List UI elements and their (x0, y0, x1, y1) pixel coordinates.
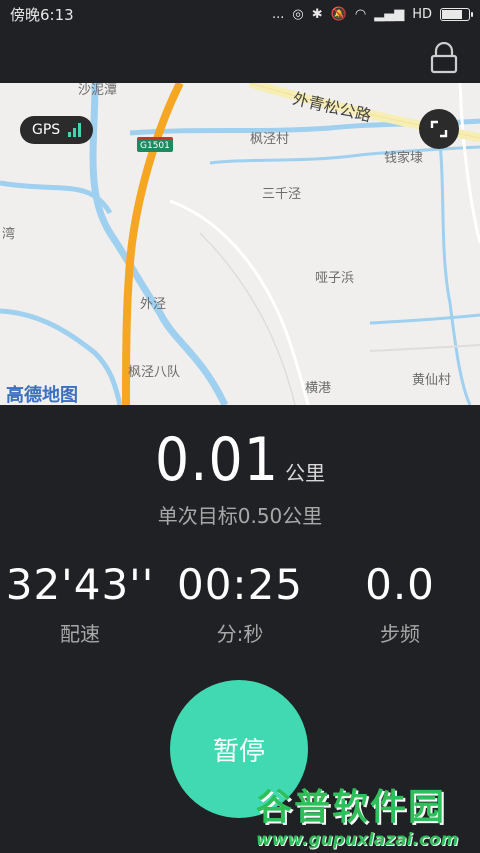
fullscreen-map-button[interactable] (419, 109, 459, 149)
watermark-url: www.gupuxlazai.com (256, 830, 459, 850)
network-type-label: HD (412, 6, 432, 22)
location-icon: ◎ (292, 6, 304, 22)
status-bar: 傍晚6:13 ... ◎ ✱ 🔕 ◠ ▂▄▆ HD (0, 0, 480, 28)
map-place-label: 横港 (305, 381, 332, 396)
stat-duration: 00:25 分:秒 (160, 560, 320, 647)
map-place-label: 枫泾村 (250, 132, 290, 147)
pace-value: 32'43'' (5, 560, 155, 609)
wifi-icon: ◠ (354, 6, 367, 22)
map-place-label: 哑子浜 (315, 271, 355, 286)
map-place-label: 沙泥潭 (78, 83, 118, 98)
gps-label: GPS (32, 122, 61, 138)
map-place-label: 钱家埭 (384, 151, 424, 166)
map-place-label: 黄仙村 (412, 373, 452, 388)
running-screen: 傍晚6:13 ... ◎ ✱ 🔕 ◠ ▂▄▆ HD 沙泥潭 枫泾村 钱家埭 三千… (0, 0, 480, 853)
more-dots-icon: ... (272, 6, 285, 22)
stats-row: 32'43'' 配速 00:25 分:秒 0.0 步频 (0, 560, 480, 647)
route-map[interactable]: 沙泥潭 枫泾村 钱家埭 三千泾 湾 哑子浜 外泾 枫泾八队 横港 黄仙村 外青松… (0, 83, 480, 405)
map-place-label: 湾 (2, 227, 16, 242)
cadence-value: 0.0 (365, 560, 435, 609)
goal-text: 单次目标0.50公里 (157, 504, 323, 528)
pace-label: 配速 (60, 622, 100, 646)
status-time: 傍晚6:13 (10, 5, 74, 24)
lock-icon[interactable] (430, 41, 458, 74)
stat-pace: 32'43'' 配速 (0, 560, 160, 647)
mute-icon: 🔕 (330, 6, 347, 22)
map-provider-logo: 高德地图 (6, 385, 78, 405)
map-place-label: 枫泾八队 (128, 365, 181, 380)
gps-signal-icon (68, 123, 82, 137)
expand-icon (430, 120, 448, 138)
stat-cadence: 0.0 步频 (320, 560, 480, 647)
status-icons: ... ◎ ✱ 🔕 ◠ ▂▄▆ HD (272, 6, 473, 22)
battery-level (442, 9, 463, 19)
top-bar (0, 28, 480, 83)
duration-value: 00:25 (176, 560, 304, 609)
distance-display: 0.01 公里 (0, 425, 480, 495)
highway-shield: G1501 (137, 137, 173, 152)
duration-label: 分:秒 (216, 622, 264, 646)
battery-icon (440, 7, 473, 21)
signal-icon: ▂▄▆ (374, 6, 405, 22)
cadence-label: 步频 (380, 622, 420, 646)
bluetooth-icon: ✱ (311, 6, 323, 22)
distance-value: 0.01 (154, 425, 280, 495)
gps-status: GPS (20, 116, 94, 144)
distance-unit: 公里 (285, 461, 326, 485)
map-place-label: 外泾 (140, 297, 167, 312)
watermark: 谷普软件园 www.gupuxlazai.com (256, 778, 474, 850)
map-place-label: 三千泾 (262, 187, 302, 202)
watermark-title: 谷普软件园 (256, 787, 447, 828)
